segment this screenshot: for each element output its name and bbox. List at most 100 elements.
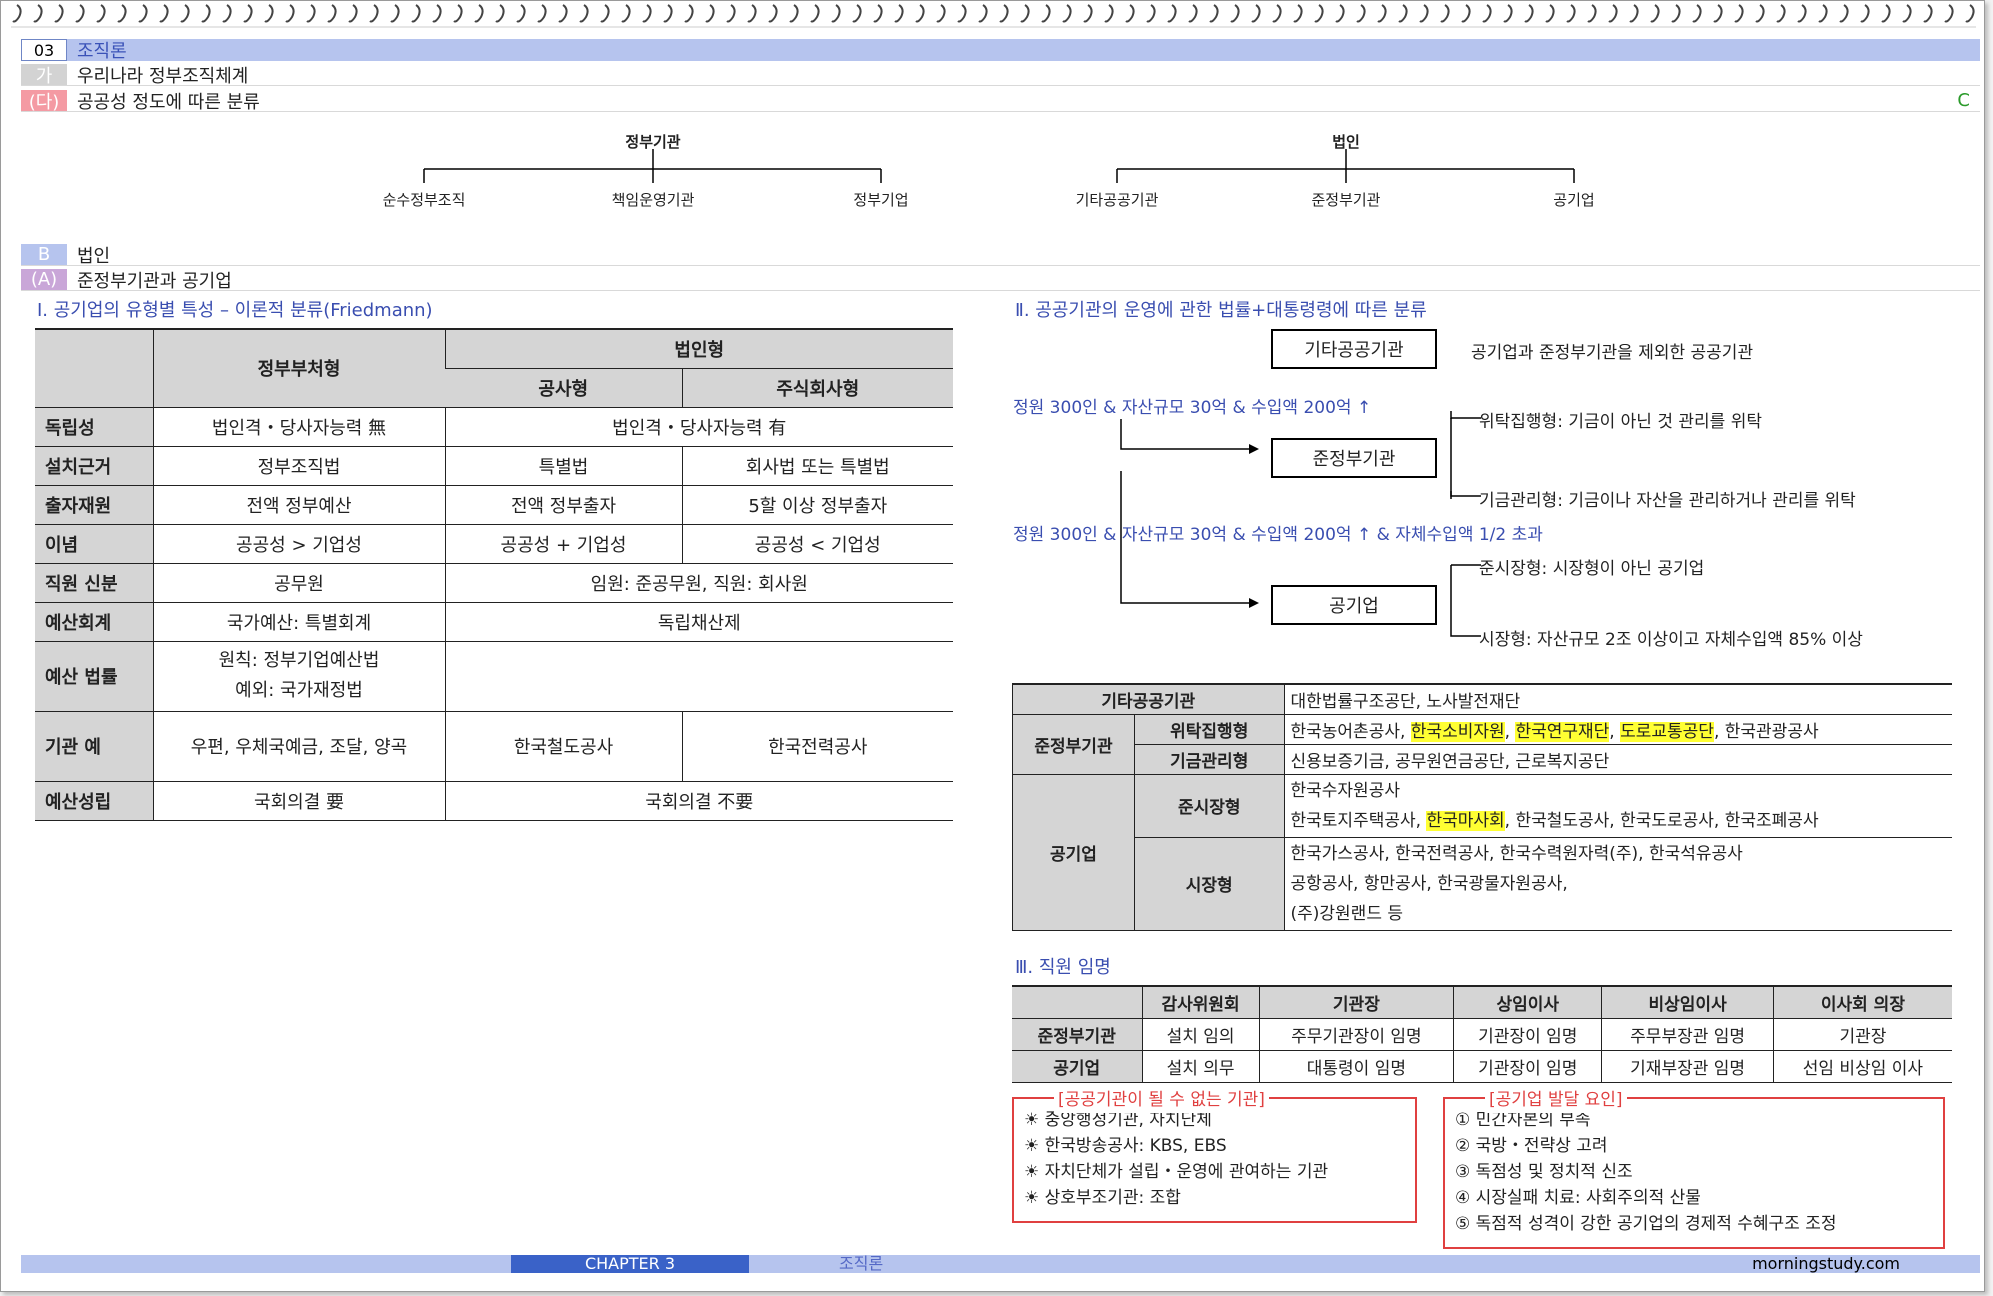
spiral-ring — [12, 4, 22, 23]
org-g1: 순수정부조직 — [382, 191, 466, 209]
t1-row-key: 이념 — [35, 524, 153, 564]
section2-title: Ⅱ. 공공기관의 운영에 관한 법률+대통령령에 따른 분류 — [1015, 300, 1427, 321]
section-b: B 법인 — [21, 244, 1980, 267]
spiral-ring — [978, 4, 988, 23]
spiral-ring — [1020, 4, 1030, 23]
t1-cell-line: 원칙: 정부기업예산법 — [218, 650, 380, 671]
t2-key: 공기업 — [1012, 774, 1135, 931]
section3-title: Ⅲ. 직원 임명 — [1015, 957, 1111, 978]
t2-text: 한국토지주택공사, — [1290, 810, 1427, 831]
spiral-ring — [894, 4, 904, 23]
t3-cell: 대통령이 임명 — [1258, 1050, 1454, 1083]
chapter-bar: 03 조직론 — [21, 39, 1980, 62]
footer-subject: 조직론 — [839, 1254, 884, 1273]
spiral-ring — [1608, 4, 1618, 23]
t3-header: 기관장 — [1258, 985, 1454, 1019]
t2-value: 대한법률구조공단, 노사발전재단 — [1283, 683, 1952, 715]
t1-cell: 국가예산: 특별회계 — [152, 602, 445, 642]
spiral-ring — [1587, 4, 1597, 23]
spiral-ring — [684, 4, 694, 23]
box1-title: [공공기관이 될 수 없는 기관] — [1054, 1087, 1269, 1113]
t1-cell: 공공성 + 기업성 — [444, 524, 682, 564]
spiral-ring — [1440, 4, 1450, 23]
t3-cell: 설치 임의 — [1141, 1018, 1260, 1051]
spiral-ring — [1881, 4, 1891, 23]
t3-cell: 기재부장관 임명 — [1601, 1050, 1774, 1083]
t2-line: 한국수자원공사 — [1290, 780, 1400, 801]
section-mark: C — [1957, 90, 1970, 111]
spiral-ring — [222, 4, 232, 23]
spiral-ring — [117, 4, 127, 23]
t1-cell: 전액 정부예산 — [152, 485, 445, 525]
spiral-ring — [1503, 4, 1513, 23]
t2-subkey: 위탁집행형 — [1134, 714, 1284, 745]
spiral-ring — [1734, 4, 1744, 23]
t1-cell: 공공성 < 기업성 — [681, 524, 953, 564]
spiral-ring — [1860, 4, 1870, 23]
t1-h-corp: 법인형 — [444, 328, 953, 369]
t2-highlight: 한국소비자원 — [1410, 721, 1505, 742]
spiral-ring — [369, 4, 379, 23]
spiral-ring — [705, 4, 715, 23]
t2-text: , 한국관광공사 — [1713, 721, 1819, 742]
spiral-ring — [1965, 4, 1975, 23]
section-b-tag: B — [21, 244, 67, 265]
t1-row-key: 독립성 — [35, 407, 153, 447]
section-b-title: 법인 — [77, 245, 111, 267]
t1-cell: 한국철도공사 — [444, 711, 682, 782]
spiral-ring — [1314, 4, 1324, 23]
flow-quasi-a: 위탁집행형: 기금이 아닌 것 관리를 위탁 — [1479, 412, 1762, 432]
spiral-ring — [1335, 4, 1345, 23]
t2-subkey: 기금관리형 — [1134, 744, 1284, 775]
spiral-ring — [411, 4, 421, 23]
section1-title: Ⅰ. 공기업의 유형별 특성 – 이론적 분류(Friedmann) — [37, 300, 433, 321]
t1-row-key: 기관 예 — [35, 711, 153, 782]
t1-cell: 한국전력공사 — [681, 711, 953, 782]
org-corp: 법인 — [1332, 133, 1360, 151]
spiral-ring — [537, 4, 547, 23]
spiral-ring — [201, 4, 211, 23]
spiral-ring — [852, 4, 862, 23]
t3-cell: 주무부장관 임명 — [1601, 1018, 1774, 1051]
spiral-ring — [810, 4, 820, 23]
spiral-ring — [600, 4, 610, 23]
spiral-ring — [327, 4, 337, 23]
section-da: (다) 공공성 정도에 따른 분류 C — [21, 90, 1980, 113]
footer-chapter: CHAPTER 3 — [511, 1255, 749, 1273]
spiral-ring — [1482, 4, 1492, 23]
spiral-ring — [579, 4, 589, 23]
t3-corner — [1012, 985, 1142, 1019]
spiral-ring — [1083, 4, 1093, 23]
t1-cell: 법인격・당사자능력 有 — [444, 407, 953, 447]
spiral-ring — [1902, 4, 1912, 23]
spiral-ring — [390, 4, 400, 23]
box2-item: ⑤ 독점적 성격이 강한 공기업의 경제적 수혜구조 조정 — [1455, 1214, 1837, 1234]
spiral-ring — [348, 4, 358, 23]
flow-public-a: 준시장형: 시장형이 아닌 공기업 — [1479, 559, 1705, 579]
spiral-ring — [1839, 4, 1849, 23]
t2-value: 한국농어촌공사, 한국소비자원, 한국연구재단, 도로교통공단, 한국관광공사 — [1283, 714, 1952, 745]
spiral-ring — [663, 4, 673, 23]
t2-text: , — [1609, 721, 1621, 742]
t1-cell: 원칙: 정부기업예산법 예외: 국가재정법 — [152, 641, 445, 712]
section-da-title: 공공성 정도에 따른 분류 — [77, 91, 260, 113]
t1-h-stock: 주식회사형 — [681, 368, 953, 408]
t1-cell: 특별법 — [444, 446, 682, 486]
t2-line: 공항공사, 항만공사, 한국광물자원공사, — [1290, 873, 1568, 894]
spiral-ring — [1944, 4, 1954, 23]
t3-header: 비상임이사 — [1601, 985, 1774, 1019]
appointment-table: 감사위원회 기관장 상임이사 비상임이사 이사회 의장 준정부기관 설치 임의 주무기관장이… — [1012, 985, 1952, 1083]
spiral-ring — [1209, 4, 1219, 23]
spiral-ring — [54, 4, 64, 23]
spiral-ring — [1419, 4, 1429, 23]
spiral-ring — [159, 4, 169, 23]
box2-item: ② 국방・전략상 고려 — [1455, 1136, 1608, 1156]
spiral-ring — [495, 4, 505, 23]
box-development-factors: [공기업 발달 요인] ① 민간자본의 부족 ② 국방・전략상 고려 ③ 독점성… — [1443, 1087, 1945, 1249]
spiral-ring — [1461, 4, 1471, 23]
footer-url[interactable]: morningstudy.com — [1752, 1255, 1900, 1273]
spiral-ring — [243, 4, 253, 23]
t2-subkey: 시장형 — [1134, 837, 1284, 931]
t1-row-key: 예산 법률 — [35, 641, 153, 712]
spiral-ring — [285, 4, 295, 23]
